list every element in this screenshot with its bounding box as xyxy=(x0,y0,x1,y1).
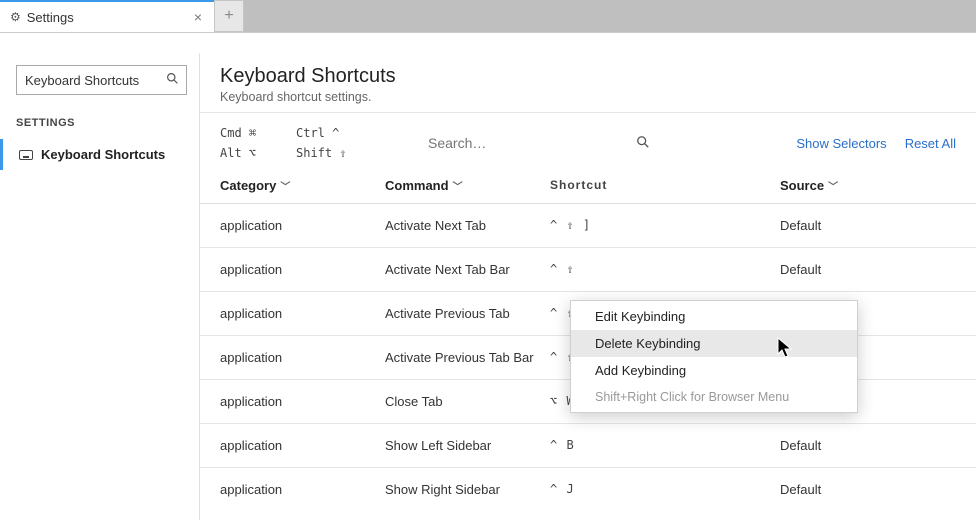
tab-settings[interactable]: ⚙ Settings × xyxy=(0,0,214,32)
menu-item-delete-keybinding[interactable]: Delete Keybinding xyxy=(571,330,857,357)
cell-source: Default xyxy=(780,262,956,277)
cell-command: Show Left Sidebar xyxy=(385,438,550,453)
table-row[interactable]: applicationActivate Next Tab Bar^ ⇧Defau… xyxy=(200,247,976,291)
sidebar-item-keyboard-shortcuts[interactable]: Keyboard Shortcuts xyxy=(0,139,199,170)
cell-shortcut: ^ J xyxy=(550,482,780,496)
legend-ctrl: Ctrl ^ xyxy=(296,123,356,143)
cell-command: Activate Next Tab Bar xyxy=(385,262,550,277)
cell-category: application xyxy=(220,482,385,497)
menu-item-edit-keybinding[interactable]: Edit Keybinding xyxy=(571,303,857,330)
cell-category: application xyxy=(220,350,385,365)
legend-alt: Alt ⌥ xyxy=(220,143,280,163)
tab-title: Settings xyxy=(27,10,184,25)
sidebar-header: SETTINGS xyxy=(0,111,199,139)
col-shortcut[interactable]: Shortcut xyxy=(550,178,780,193)
col-source[interactable]: Source﹀ xyxy=(780,178,956,193)
col-category[interactable]: Category﹀ xyxy=(220,178,385,193)
search-icon[interactable] xyxy=(636,135,650,152)
app-shell: SETTINGS Keyboard Shortcuts Keyboard Sho… xyxy=(0,32,976,520)
cell-command: Activate Previous Tab xyxy=(385,306,550,321)
plus-icon: + xyxy=(224,8,233,24)
search-icon[interactable] xyxy=(166,72,179,88)
tab-bar: ⚙ Settings × + xyxy=(0,0,976,32)
cell-source: Default xyxy=(780,482,956,497)
sidebar: SETTINGS Keyboard Shortcuts xyxy=(0,53,200,520)
page-subtitle: Keyboard shortcut settings. xyxy=(220,90,956,104)
search-input[interactable] xyxy=(428,129,628,158)
context-menu-hint: Shift+Right Click for Browser Menu xyxy=(571,384,857,410)
cell-source: Default xyxy=(780,218,956,233)
table-row[interactable]: applicationShow Right Sidebar^ JDefault xyxy=(200,467,976,511)
cell-command: Show Right Sidebar xyxy=(385,482,550,497)
key-legend: Cmd ⌘ Ctrl ^ Alt ⌥ Shift ⇧ xyxy=(220,123,356,164)
cell-command: Activate Previous Tab Bar xyxy=(385,350,550,365)
table-row[interactable]: applicationShow Left Sidebar^ BDefault xyxy=(200,423,976,467)
cell-source: Default xyxy=(780,438,956,453)
legend-cmd: Cmd ⌘ xyxy=(220,123,280,143)
chevron-down-icon: ﹀ xyxy=(828,182,838,193)
toolbar: Cmd ⌘ Ctrl ^ Alt ⌥ Shift ⇧ xyxy=(200,113,976,170)
cell-category: application xyxy=(220,218,385,233)
cell-shortcut: ^ ⇧ xyxy=(550,262,780,276)
menu-item-add-keybinding[interactable]: Add Keybinding xyxy=(571,357,857,384)
cell-shortcut: ^ ⇧ ] xyxy=(550,218,780,232)
sidebar-item-label: Keyboard Shortcuts xyxy=(41,147,165,162)
chevron-down-icon: ﹀ xyxy=(453,182,463,193)
legend-shift: Shift ⇧ xyxy=(296,143,356,163)
cell-category: application xyxy=(220,306,385,321)
new-tab-button[interactable]: + xyxy=(214,0,244,32)
cell-command: Activate Next Tab xyxy=(385,218,550,233)
sidebar-search-input[interactable] xyxy=(16,65,187,95)
chevron-down-icon: ﹀ xyxy=(280,182,290,193)
page-title: Keyboard Shortcuts xyxy=(220,65,956,88)
gear-icon: ⚙ xyxy=(10,10,21,24)
col-command[interactable]: Command﹀ xyxy=(385,178,550,193)
table-header: Category﹀ Command﹀ Shortcut Source﹀ xyxy=(200,170,976,203)
context-menu: Edit Keybinding Delete Keybinding Add Ke… xyxy=(570,300,858,413)
cell-category: application xyxy=(220,262,385,277)
show-selectors-link[interactable]: Show Selectors xyxy=(796,136,886,151)
close-icon[interactable]: × xyxy=(190,9,206,25)
table-row[interactable]: applicationActivate Next Tab^ ⇧ ]Default xyxy=(200,203,976,247)
reset-all-link[interactable]: Reset All xyxy=(905,136,956,151)
cell-shortcut: ^ B xyxy=(550,438,780,452)
keyboard-icon xyxy=(19,150,33,160)
cell-category: application xyxy=(220,394,385,409)
cell-category: application xyxy=(220,438,385,453)
cell-command: Close Tab xyxy=(385,394,550,409)
main-pane: Keyboard Shortcuts Keyboard shortcut set… xyxy=(200,53,976,520)
